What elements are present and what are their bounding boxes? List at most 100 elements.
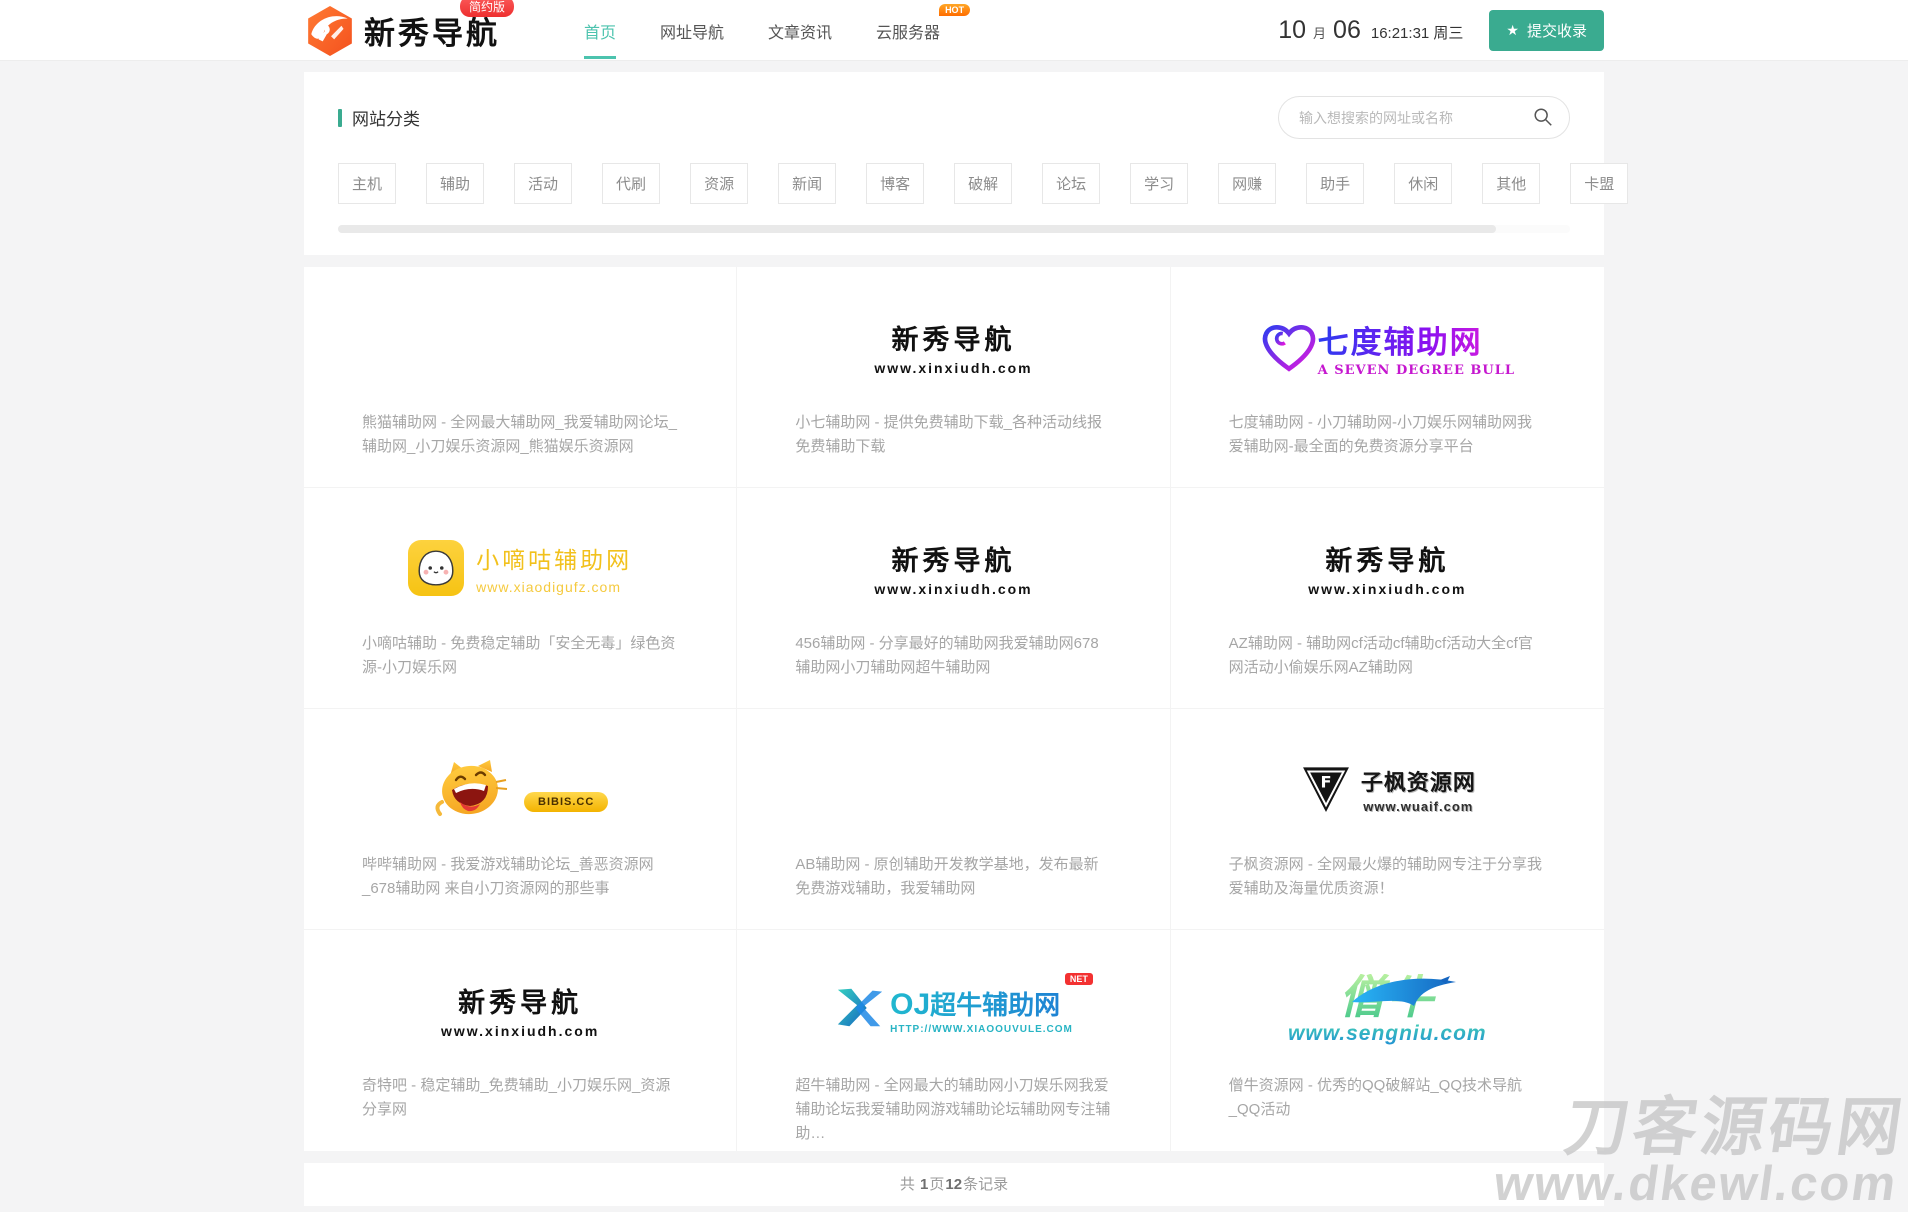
xiaodigu-face-icon	[408, 540, 464, 596]
nav-item-label: 文章资讯	[768, 19, 832, 43]
site-card-description: 456辅助网 - 分享最好的辅助网我爱辅助网678辅助网小刀辅助网超牛辅助网	[795, 632, 1111, 680]
site-logo[interactable]: 新秀导航 简约版	[304, 5, 500, 57]
footer-pages-unit: 页	[929, 1176, 944, 1193]
site-card-description: 子枫资源网 - 全网最火爆的辅助网专注于分享我爱辅助及海量优质资源！	[1229, 853, 1546, 901]
sites-grid: 熊猫辅助网 - 全网最大辅助网_我爱辅助网论坛_辅助网_小刀娱乐资源网_熊猫娱乐…	[304, 267, 1604, 1151]
nav-item-label: 云服务器	[876, 19, 940, 43]
sengniu-logo: 僧牛 www.sengniu.com	[1288, 974, 1487, 1046]
logo-edition-badge: 简约版	[460, 0, 514, 17]
category-tag-6[interactable]: 博客	[866, 163, 924, 204]
category-tag-3[interactable]: 代刷	[602, 163, 660, 204]
search-icon[interactable]	[1532, 106, 1554, 128]
date-month-unit: 月	[1313, 23, 1326, 42]
search-input[interactable]	[1278, 96, 1570, 139]
site-card-logo: 七度辅助网A SEVEN DEGREE BULL	[1229, 295, 1546, 399]
date-day: 06	[1333, 16, 1361, 45]
nav-item-0[interactable]: 首页	[562, 0, 638, 61]
site-card-logo: NET OJ超牛辅助网 HTTP://WWW.XIAOOUVULE.COM	[795, 958, 1111, 1062]
site-card-logo	[362, 295, 678, 399]
footer-pages: 1	[919, 1176, 929, 1193]
site-card-5[interactable]: 新秀导航www.xinxiudh.com AZ辅助网 - 辅助网cf活动cf辅助c…	[1171, 488, 1604, 709]
x-icon	[834, 985, 886, 1031]
site-card-description: 奇特吧 - 稳定辅助_免费辅助_小刀娱乐网_资源分享网	[362, 1074, 678, 1122]
site-card-description: 小七辅助网 - 提供免费辅助下载_各种活动线报免费辅助下载	[795, 411, 1111, 459]
section-title: 网站分类	[338, 105, 420, 130]
category-tag-12[interactable]: 休闲	[1394, 163, 1452, 204]
site-card-4[interactable]: 新秀导航www.xinxiudh.com 456辅助网 - 分享最好的辅助网我爱辅…	[737, 488, 1170, 709]
site-card-8[interactable]: F 子枫资源网www.wuaif.com 子枫资源网 - 全网最火爆的辅助网专注于…	[1171, 709, 1604, 930]
laughing-cat-icon	[432, 758, 510, 820]
date-month: 10	[1278, 16, 1306, 45]
heart-icon	[1260, 321, 1318, 373]
xinxiu-text-logo: 新秀导航www.xinxiudh.com	[441, 981, 599, 1039]
site-card-11[interactable]: 僧牛 www.sengniu.com 僧牛资源网 - 优秀的QQ破解站_QQ技术导…	[1171, 930, 1604, 1151]
nav-item-1[interactable]: 网址导航	[638, 0, 746, 61]
category-tag-1[interactable]: 辅助	[426, 163, 484, 204]
footer-count: 12	[944, 1176, 963, 1193]
submit-site-button[interactable]: ★ 提交收录	[1489, 10, 1604, 51]
title-accent-bar	[338, 109, 342, 127]
tags-scrollbar-track	[338, 225, 1570, 233]
bibi-domain-badge: BIBIS.CC	[524, 792, 608, 812]
site-card-7[interactable]: AB辅助网 - 原创辅助开发教学基地，发布最新免费游戏辅助，我爱辅助网	[737, 709, 1170, 930]
bull-swoosh-icon	[1352, 976, 1462, 1016]
section-title-text: 网站分类	[352, 105, 420, 130]
site-card-2[interactable]: 七度辅助网A SEVEN DEGREE BULL七度辅助网 - 小刀辅助网-小刀…	[1171, 267, 1604, 488]
site-card-description: 超牛辅助网 - 全网最大的辅助网小刀娱乐网我爱辅助论坛我爱辅助网游戏辅助论坛辅助…	[795, 1074, 1111, 1146]
site-card-description: AB辅助网 - 原创辅助开发教学基地，发布最新免费游戏辅助，我爱辅助网	[795, 853, 1111, 901]
site-card-logo: 新秀导航www.xinxiudh.com	[795, 295, 1111, 399]
site-card-logo: 新秀导航www.xinxiudh.com	[362, 958, 678, 1062]
site-card-description: 熊猫辅助网 - 全网最大辅助网_我爱辅助网论坛_辅助网_小刀娱乐资源网_熊猫娱乐…	[362, 411, 678, 459]
datetime: 10 月 06 16:21:31 周三	[1278, 16, 1463, 45]
classify-panel: 网站分类 主机辅助活动代刷资源新闻博客破解论坛学习网赚助手休闲其他卡盟	[304, 72, 1604, 255]
site-card-logo	[795, 737, 1111, 841]
site-card-description: AZ辅助网 - 辅助网cf活动cf辅助cf活动大全cf官网活动小偷娱乐网AZ辅助…	[1229, 632, 1546, 680]
site-card-6[interactable]: BIBIS.CC 哔哔辅助网 - 我爱游戏辅助论坛_善恶资源网_678辅助网 来自…	[304, 709, 737, 930]
submit-site-label: 提交收录	[1527, 20, 1587, 41]
category-tag-14[interactable]: 卡盟	[1570, 163, 1628, 204]
qidu-logo: 七度辅助网A SEVEN DEGREE BULL	[1260, 317, 1515, 378]
triangle-tf-icon: F	[1299, 762, 1353, 816]
search-box	[1278, 96, 1570, 139]
tags-scrollbar-thumb[interactable]	[338, 225, 1496, 233]
site-card-1[interactable]: 新秀导航www.xinxiudh.com 小七辅助网 - 提供免费辅助下载_各种活…	[737, 267, 1170, 488]
site-card-9[interactable]: 新秀导航www.xinxiudh.com 奇特吧 - 稳定辅助_免费辅助_小刀娱乐…	[304, 930, 737, 1151]
footer-count-unit: 条记录	[963, 1176, 1008, 1193]
zifeng-logo: F 子枫资源网www.wuaif.com	[1299, 762, 1476, 816]
nav-item-2[interactable]: 文章资讯	[746, 0, 854, 61]
xiaodigu-logo: 小嘀咕辅助网www.xiaodigufz.com	[408, 540, 632, 596]
category-tag-0[interactable]: 主机	[338, 163, 396, 204]
xinxiu-text-logo: 新秀导航www.xinxiudh.com	[874, 539, 1032, 597]
xinxiu-text-logo: 新秀导航www.xinxiudh.com	[1308, 539, 1466, 597]
nav-item-3[interactable]: 云服务器HOT	[854, 0, 962, 61]
category-tag-8[interactable]: 论坛	[1042, 163, 1100, 204]
pagination-summary: 共 1页12条记录	[304, 1163, 1604, 1206]
category-tags: 主机辅助活动代刷资源新闻博客破解论坛学习网赚助手休闲其他卡盟	[338, 163, 1570, 204]
site-card-logo: 新秀导航www.xinxiudh.com	[795, 516, 1111, 620]
site-card-description: 小嘀咕辅助 - 免费稳定辅助「安全无毒」绿色资源-小刀娱乐网	[362, 632, 678, 680]
site-card-0[interactable]: 熊猫辅助网 - 全网最大辅助网_我爱辅助网论坛_辅助网_小刀娱乐资源网_熊猫娱乐…	[304, 267, 737, 488]
category-tag-4[interactable]: 资源	[690, 163, 748, 204]
category-tag-11[interactable]: 助手	[1306, 163, 1364, 204]
hot-badge: HOT	[939, 4, 970, 16]
category-tag-10[interactable]: 网赚	[1218, 163, 1276, 204]
nav-item-label: 网址导航	[660, 19, 724, 43]
star-icon: ★	[1506, 22, 1519, 39]
main-nav: 首页网址导航 文章资讯云服务器HOT	[562, 0, 962, 61]
category-tag-13[interactable]: 其他	[1482, 163, 1540, 204]
bibi-logo: BIBIS.CC	[432, 758, 608, 820]
site-card-description: 哔哔辅助网 - 我爱游戏辅助论坛_善恶资源网_678辅助网 来自小刀资源网的那些…	[362, 853, 678, 901]
category-tag-2[interactable]: 活动	[514, 163, 572, 204]
date-time: 16:21:31 周三	[1371, 22, 1464, 43]
site-card-logo: 小嘀咕辅助网www.xiaodigufz.com	[362, 516, 678, 620]
category-tag-9[interactable]: 学习	[1130, 163, 1188, 204]
site-card-description: 僧牛资源网 - 优秀的QQ破解站_QQ技术导航_QQ活动	[1229, 1074, 1546, 1122]
site-card-3[interactable]: 小嘀咕辅助网www.xiaodigufz.com 小嘀咕辅助 - 免费稳定辅助「安…	[304, 488, 737, 709]
category-tag-7[interactable]: 破解	[954, 163, 1012, 204]
xinxiu-text-logo: 新秀导航www.xinxiudh.com	[874, 318, 1032, 376]
site-card-10[interactable]: NET OJ超牛辅助网 HTTP://WWW.XIAOOUVULE.COM 超牛辅…	[737, 930, 1170, 1151]
site-card-logo: BIBIS.CC	[362, 737, 678, 841]
category-tag-5[interactable]: 新闻	[778, 163, 836, 204]
site-card-logo: 僧牛 www.sengniu.com	[1229, 958, 1546, 1062]
chaoniu-logo: NET OJ超牛辅助网 HTTP://WWW.XIAOOUVULE.COM	[834, 985, 1073, 1035]
